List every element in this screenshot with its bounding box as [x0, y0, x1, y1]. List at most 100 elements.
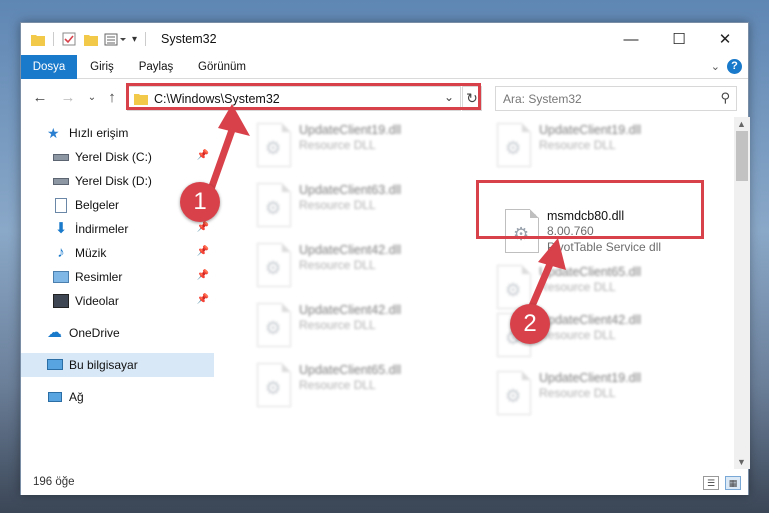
- gear-icon: ⚙: [265, 138, 282, 158]
- maximize-button[interactable]: ☐: [656, 23, 702, 55]
- tab-share[interactable]: Paylaş: [131, 55, 181, 79]
- sidebar-item-videos[interactable]: Videolar 📌: [21, 289, 214, 313]
- file-description: Resource DLL: [299, 138, 376, 152]
- step-one-badge: 1: [180, 182, 220, 222]
- tab-view[interactable]: Görünüm: [191, 55, 253, 79]
- chevron-down-icon[interactable]: ▾: [132, 34, 137, 45]
- list-item[interactable]: ⚙ UpdateClient19.dll Resource DLL: [491, 365, 721, 425]
- list-item[interactable]: ⚙ UpdateClient63.dll Resource DLL: [251, 177, 481, 237]
- sidebar-item-label: Yerel Disk (D:): [75, 174, 152, 188]
- sidebar-item-label: Yerel Disk (C:): [75, 150, 152, 164]
- tiles-view-icon[interactable]: ▦: [725, 476, 741, 490]
- gear-icon: ⚙: [265, 198, 282, 218]
- search-icon: ⚲: [720, 90, 730, 105]
- pictures-icon: [53, 269, 69, 285]
- list-item[interactable]: ⚙ UpdateClient19.dll Resource DLL: [491, 117, 721, 177]
- videos-icon: [53, 293, 69, 309]
- list-item[interactable]: ⚙ UpdateClient42.dll Resource DLL: [251, 237, 481, 297]
- pin-icon[interactable]: 📌: [197, 294, 209, 305]
- tab-file[interactable]: Dosya: [21, 55, 77, 79]
- list-item[interactable]: ⚙ UpdateClient42.dll Resource DLL: [251, 297, 481, 357]
- sidebar-item-this-pc[interactable]: Bu bilgisayar: [21, 353, 214, 377]
- dll-file-icon: ⚙: [497, 371, 531, 415]
- drive-icon: [53, 149, 69, 165]
- quick-access-toolbar: ▾: [31, 31, 154, 47]
- dll-file-icon: ⚙: [257, 183, 291, 227]
- new-folder-icon[interactable]: [84, 33, 98, 46]
- status-bar: 196 öğe ☰ ▦: [21, 470, 748, 495]
- gear-icon: ⚙: [505, 138, 522, 158]
- gear-icon: ⚙: [265, 318, 282, 338]
- pin-icon[interactable]: 📌: [197, 270, 209, 281]
- dll-file-icon: ⚙: [497, 123, 531, 167]
- sidebar-item-pictures[interactable]: Resimler 📌: [21, 265, 214, 289]
- dll-file-icon: ⚙: [497, 265, 531, 309]
- sidebar-item-network[interactable]: Ağ: [21, 385, 214, 409]
- list-item[interactable]: ⚙ UpdateClient65.dll Resource DLL: [251, 357, 481, 417]
- sidebar-item-label: Müzik: [75, 246, 107, 260]
- window-title: System32: [161, 32, 217, 46]
- file-name: UpdateClient19.dll: [539, 123, 642, 137]
- sidebar-item-label: Hızlı erişim: [69, 126, 129, 140]
- up-arrow-icon[interactable]: ↑: [103, 88, 121, 108]
- sidebar-item-music[interactable]: ♪ Müzik 📌: [21, 241, 214, 265]
- dll-file-icon: ⚙: [257, 123, 291, 167]
- file-description: PivotTable Service dll: [547, 240, 662, 254]
- vertical-scrollbar[interactable]: ▲ ▼: [734, 117, 750, 469]
- details-view-icon[interactable]: ☰: [703, 476, 719, 490]
- file-name: UpdateClient65.dll: [539, 265, 642, 279]
- recent-locations-chevron-icon[interactable]: ⌄: [83, 88, 101, 108]
- file-name: UpdateClient65.dll: [299, 363, 402, 377]
- sidebar-item-downloads[interactable]: ⬇ İndirmeler 📌: [21, 217, 214, 241]
- customize-toolbar-icon[interactable]: [104, 33, 126, 46]
- sidebar-item-local-disk-c[interactable]: Yerel Disk (C:) 📌: [21, 145, 214, 169]
- sidebar-item-label: Ağ: [69, 390, 84, 404]
- toolbar-separator: [145, 32, 147, 46]
- file-description: Resource DLL: [299, 318, 376, 332]
- star-icon: ★: [47, 125, 60, 141]
- ribbon-tabs: Dosya Giriş Paylaş Görünüm ⌄ ?: [21, 55, 748, 79]
- file-description: Resource DLL: [539, 138, 616, 152]
- search-box[interactable]: Ara: System32 ⚲: [495, 86, 737, 111]
- close-button[interactable]: ✕: [702, 23, 748, 55]
- file-description: Resource DLL: [539, 280, 616, 294]
- file-description: Resource DLL: [299, 198, 376, 212]
- tab-home[interactable]: Giriş: [81, 55, 123, 79]
- gear-icon: ⚙: [265, 258, 282, 278]
- file-name: UpdateClient42.dll: [539, 313, 642, 327]
- sidebar-item-onedrive[interactable]: ☁ OneDrive: [21, 321, 214, 345]
- pin-icon[interactable]: 📌: [197, 150, 209, 161]
- dll-file-icon: ⚙: [257, 303, 291, 347]
- toolbar-separator: [53, 32, 54, 46]
- documents-icon: [53, 197, 69, 213]
- title-bar: ▾ System32 — ☐ ✕: [21, 23, 748, 55]
- chevron-down-icon[interactable]: ⌄: [711, 60, 720, 73]
- scrollbar-thumb[interactable]: [736, 131, 748, 181]
- sidebar-item-label: Bu bilgisayar: [69, 358, 138, 372]
- back-arrow-icon[interactable]: ←: [31, 88, 49, 108]
- scroll-down-icon[interactable]: ▼: [737, 457, 746, 467]
- cloud-icon: ☁: [47, 324, 62, 341]
- scroll-up-icon[interactable]: ▲: [737, 119, 746, 129]
- step-two-badge: 2: [510, 304, 550, 344]
- help-icon[interactable]: ?: [727, 59, 742, 74]
- forward-arrow-icon[interactable]: →: [59, 88, 77, 108]
- music-icon: ♪: [57, 244, 65, 261]
- network-icon: [47, 389, 63, 405]
- folder-icon[interactable]: [31, 33, 45, 46]
- file-name: UpdateClient63.dll: [299, 183, 402, 197]
- address-bar-highlight: [126, 83, 481, 110]
- sidebar-item-label: Belgeler: [75, 198, 120, 212]
- dll-file-icon: ⚙: [257, 363, 291, 407]
- search-input[interactable]: Ara: System32: [503, 92, 582, 106]
- item-count: 196 öğe: [33, 476, 75, 488]
- properties-icon[interactable]: [62, 32, 76, 46]
- list-item[interactable]: ⚙ UpdateClient19.dll Resource DLL: [251, 117, 481, 177]
- sidebar-item-label: OneDrive: [69, 326, 120, 340]
- computer-icon: [47, 357, 63, 373]
- pin-icon[interactable]: 📌: [197, 246, 209, 257]
- minimize-button[interactable]: —: [608, 23, 654, 55]
- sidebar-item-quick-access[interactable]: ★ Hızlı erişim: [21, 121, 214, 145]
- file-description: Resource DLL: [299, 378, 376, 392]
- pin-icon[interactable]: 📌: [197, 222, 209, 233]
